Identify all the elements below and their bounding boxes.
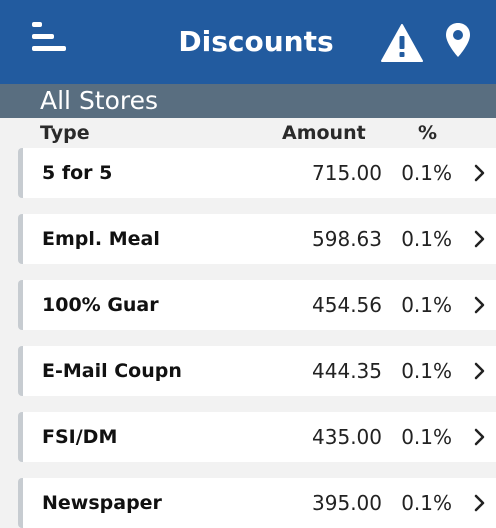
chevron-right-icon [474,428,485,446]
chevron-right-icon [474,494,485,512]
discount-type: Newspaper [42,492,162,514]
discount-row[interactable]: FSI/DM 435.00 0.1% [18,412,496,462]
discount-amount: 435.00 [312,425,382,449]
app-header: Discounts [0,0,496,84]
chevron-right-icon [474,296,485,314]
column-header-amount: Amount [282,122,366,144]
row-accent [18,412,23,462]
chevron-right-icon [474,362,485,380]
discount-percent: 0.1% [401,425,452,449]
discount-percent: 0.1% [401,491,452,515]
discount-type: Empl. Meal [42,228,160,250]
discount-amount: 598.63 [312,227,382,251]
chevron-right-icon [474,230,485,248]
warning-icon[interactable] [381,24,423,62]
discount-type: 5 for 5 [42,162,113,184]
discount-amount: 454.56 [312,293,382,317]
column-header-percent: % [418,122,438,144]
discount-amount: 715.00 [312,161,382,185]
discount-percent: 0.1% [401,293,452,317]
discount-percent: 0.1% [401,161,452,185]
discount-type: E-Mail Coupn [42,360,182,382]
store-scope-bar: All Stores [0,84,496,118]
discount-percent: 0.1% [401,359,452,383]
discount-type: FSI/DM [42,426,118,448]
discount-percent: 0.1% [401,227,452,251]
location-pin-icon[interactable] [445,22,471,58]
row-accent [18,280,23,330]
discount-row[interactable]: 5 for 5 715.00 0.1% [18,148,496,198]
discount-amount: 444.35 [312,359,382,383]
row-accent [18,214,23,264]
row-accent [18,478,23,528]
discount-row[interactable]: Empl. Meal 598.63 0.1% [18,214,496,264]
column-header-type: Type [40,122,90,144]
store-scope-label: All Stores [40,86,159,115]
row-accent [18,148,23,198]
discount-row[interactable]: 100% Guar 454.56 0.1% [18,280,496,330]
chevron-right-icon [474,164,485,182]
discount-row[interactable]: Newspaper 395.00 0.1% [18,478,496,528]
discount-amount: 395.00 [312,491,382,515]
row-accent [18,346,23,396]
discount-row[interactable]: E-Mail Coupn 444.35 0.1% [18,346,496,396]
discount-type: 100% Guar [42,294,159,316]
